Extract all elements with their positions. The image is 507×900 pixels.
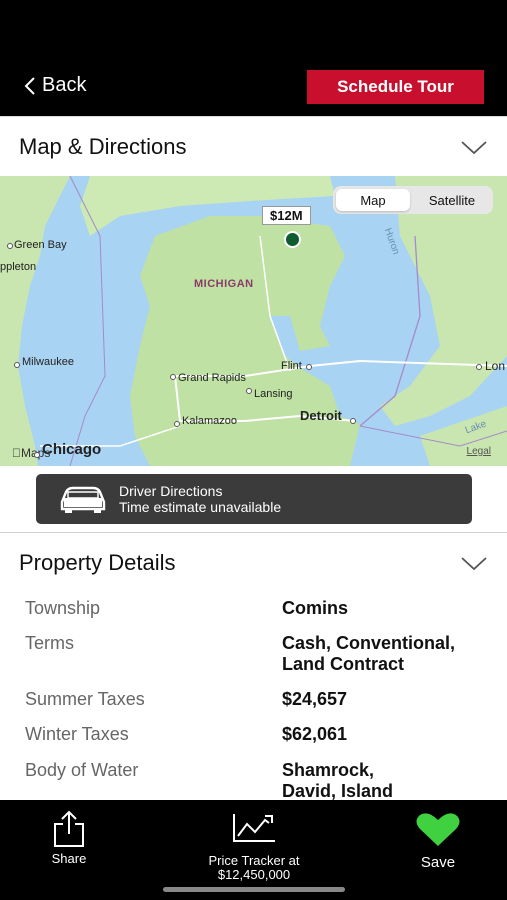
detail-value: Comins [282, 598, 349, 618]
satellite-option[interactable]: Satellite [413, 189, 491, 211]
price-tracker-line1: Price Tracker at [208, 853, 300, 868]
label-milwaukee: Milwaukee [22, 356, 74, 368]
driver-directions-title: Driver Directions [119, 483, 223, 499]
property-section-title: Property Details [19, 550, 176, 575]
save-button[interactable]: Save [410, 812, 466, 871]
chevron-left-icon [24, 76, 35, 95]
share-label: Share [51, 851, 87, 866]
map-section-header[interactable]: Map & Directions [0, 116, 507, 176]
content-scroll[interactable]: Map & Directions Green Bay ppleton MICHI… [0, 116, 507, 800]
trend-chart-icon [233, 814, 275, 842]
detail-value: Cash, Conventional, Land Contract [282, 633, 456, 674]
share-icon [54, 810, 84, 847]
label-appleton: ppleton [0, 261, 37, 273]
property-pin[interactable] [284, 231, 301, 248]
city-dot [14, 362, 20, 368]
detail-key: Summer Taxes [25, 689, 145, 709]
driver-directions-subtitle: Time estimate unavailable [119, 499, 282, 515]
bottom-tab-bar: Share Price Tracker at $12,450,000 Save [0, 800, 507, 900]
map-option[interactable]: Map [336, 189, 410, 211]
label-flint: Flint [281, 360, 302, 372]
city-dot [246, 388, 252, 394]
back-button[interactable]: Back [24, 74, 86, 97]
schedule-tour-button[interactable]: Schedule Tour [307, 70, 484, 104]
city-dot [7, 243, 13, 249]
save-label: Save [420, 854, 456, 871]
chevron-down-icon [461, 557, 487, 571]
label-london: Lon [485, 359, 506, 373]
city-dot [34, 452, 40, 458]
label-detroit: Detroit [300, 408, 342, 423]
map-type-toggle[interactable]: Map Satellite [333, 186, 493, 214]
map-terrain [0, 176, 507, 466]
property-section-header[interactable]: Property Details [0, 532, 507, 592]
detail-value: $62,061 [282, 724, 348, 744]
map-section-title: Map & Directions [19, 134, 187, 159]
price-tracker-line2: $12,450,000 [217, 867, 291, 882]
heart-icon [416, 813, 460, 846]
city-dot [350, 418, 356, 424]
label-lansing: Lansing [254, 388, 293, 400]
detail-key: Body of Water [25, 760, 139, 780]
label-michigan: MICHIGAN [194, 278, 254, 290]
home-indicator [163, 887, 345, 892]
label-chicago: Chicago [42, 441, 102, 458]
detail-value: $24,657 [282, 689, 348, 709]
label-green-bay: Green Bay [14, 239, 67, 251]
city-dot [476, 364, 482, 370]
top-bar: Back Schedule Tour [0, 0, 507, 116]
price-pin-label[interactable]: $12M [262, 206, 311, 225]
label-grand-rapids: Grand Rapids [178, 372, 246, 384]
detail-key: Winter Taxes [25, 724, 129, 744]
driver-directions-button[interactable]: Driver Directions Time estimate unavaila… [36, 474, 472, 524]
legal-link[interactable]: Legal [467, 446, 491, 457]
price-tracker-button[interactable]: Price Tracker at $12,450,000 [194, 812, 314, 882]
detail-key: Terms [25, 633, 74, 653]
back-label: Back [42, 74, 87, 96]
label-kalamazoo: Kalamazoo [182, 415, 238, 427]
city-dot [306, 364, 312, 370]
share-button[interactable]: Share [44, 810, 94, 866]
detail-value: Shamrock, David, Island [282, 760, 394, 800]
chevron-down-icon [461, 141, 487, 155]
car-icon [60, 486, 106, 513]
city-dot [174, 421, 180, 427]
detail-key: Township [25, 598, 101, 618]
city-dot [170, 374, 176, 380]
map-view[interactable]: Green Bay ppleton MICHIGAN Milwaukee Gra… [0, 176, 507, 466]
